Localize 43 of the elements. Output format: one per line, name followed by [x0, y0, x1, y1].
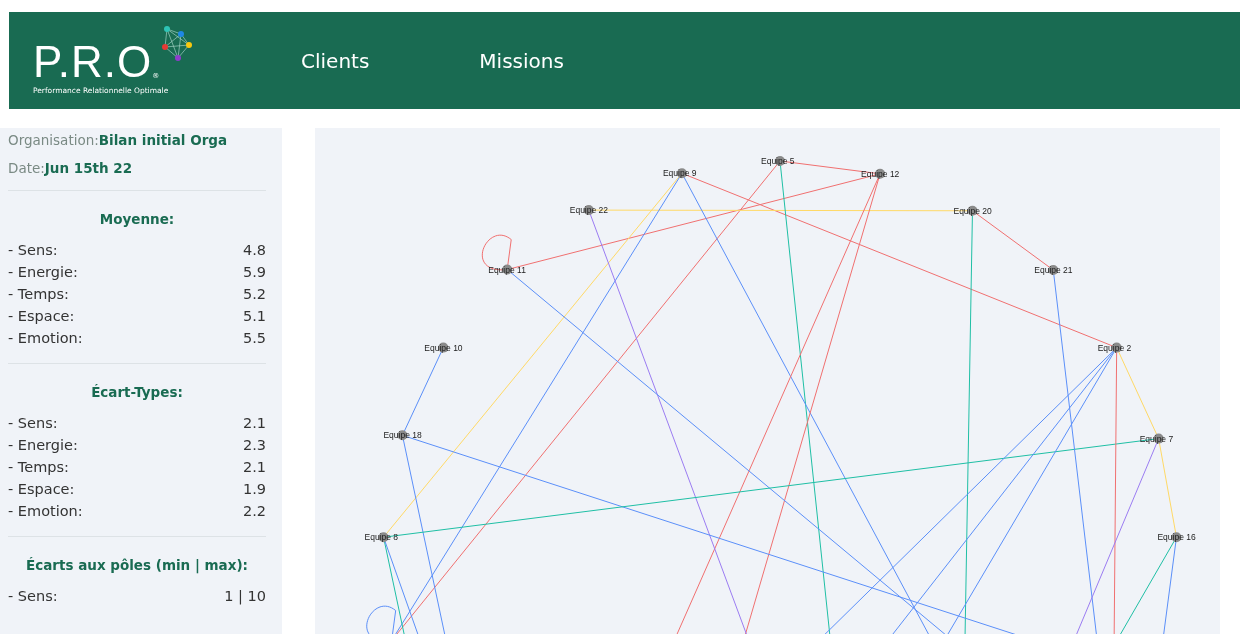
organisation-line: Organisation:Bilan initial Orga	[8, 132, 229, 148]
graph-node[interactable]: Equipe 21	[1034, 265, 1073, 276]
stat-value: 5.5	[242, 329, 266, 348]
stat-label: - Energie:	[8, 436, 78, 455]
stat-value: 5.1	[242, 307, 266, 326]
nav-link[interactable]: Missions	[479, 48, 564, 73]
graph-node[interactable]: Equipe 5	[761, 156, 795, 166]
stat-label: - Espace:	[8, 307, 75, 326]
stat-label: - Emotion:	[8, 502, 83, 521]
stat-value: 2.1	[242, 414, 266, 433]
nav-link[interactable]: Clients	[301, 48, 370, 73]
stat-value: 1.9	[242, 480, 266, 499]
section-heading: Écart-Types:	[90, 384, 184, 400]
graph-node[interactable]: Equipe 8	[364, 532, 399, 543]
stat-label: - Sens:	[8, 414, 58, 433]
stat-value: 5.2	[242, 285, 266, 304]
date-line: Date:Jun 15th 22	[8, 160, 134, 176]
graph-node[interactable]: Equipe 10	[424, 342, 463, 353]
stat-label: - Temps:	[8, 458, 69, 477]
stat-label: - Temps:	[8, 285, 69, 304]
stat-value: 1 | 10	[224, 587, 266, 607]
stat-value: 2.1	[242, 458, 266, 477]
section-heading: Écarts aux pôles (min | max):	[25, 557, 249, 573]
graph-node[interactable]: Equipe 7	[1139, 433, 1174, 444]
graph-node[interactable]: Equipe 11	[488, 264, 526, 275]
graph-node[interactable]: Equipe 16	[1157, 532, 1196, 543]
graph-node[interactable]: Equipe 22	[569, 205, 609, 216]
stat-label: - Sens:	[8, 241, 58, 260]
graph-node[interactable]: Equipe 20	[953, 205, 992, 216]
stat-label: - Espace:	[8, 480, 75, 499]
section-heading: Moyenne:	[98, 211, 176, 227]
stat-value: 5.9	[242, 263, 266, 282]
stat-label: - Energie:	[8, 263, 78, 282]
stat-value: 2.3	[242, 436, 266, 455]
stat-label: - Emotion:	[8, 329, 83, 348]
graph-node[interactable]: Equipe 2	[1097, 342, 1132, 353]
graph-node[interactable]: Equipe 9	[662, 168, 697, 179]
stat-value: 2.2	[242, 502, 266, 521]
graph-node[interactable]: Equipe 12	[861, 168, 900, 179]
stat-label: - Sens:	[8, 587, 58, 606]
stat-value: 4.8	[242, 241, 266, 260]
graph-node[interactable]: Equipe 18	[383, 430, 422, 441]
logo-wordmark: P.R.O	[33, 40, 153, 84]
